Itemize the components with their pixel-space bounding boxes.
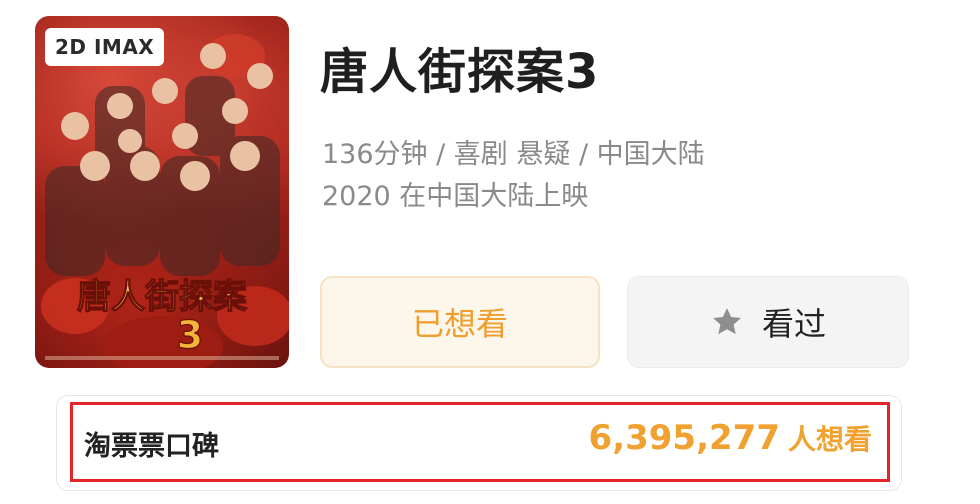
movie-detail-page: 唐人街探案 3 2D IMAX 唐人街探案3 136分钟 / 喜剧 悬疑 / 中… <box>0 0 980 504</box>
watched-button[interactable]: 看过 <box>627 276 909 368</box>
rating-source-label: 淘票票口碑 <box>84 431 219 462</box>
movie-title: 唐人街探案3 <box>320 44 600 100</box>
poster-title-text: 唐人街探案 <box>77 277 248 317</box>
watched-label: 看过 <box>761 305 826 343</box>
want-count-suffix: 人想看 <box>787 423 872 456</box>
movie-meta-duration-genre-region: 136分钟 / 喜剧 悬疑 / 中国大陆 <box>322 139 705 170</box>
movie-poster[interactable]: 唐人街探案 3 2D IMAX <box>35 16 289 368</box>
format-badge: 2D IMAX <box>45 28 165 66</box>
movie-meta-release: 2020 在中国大陆上映 <box>322 181 589 212</box>
want-to-watch-button[interactable]: 已想看 <box>320 276 600 368</box>
poster-artwork: 唐人街探案 3 <box>41 34 289 368</box>
want-to-watch-label: 已想看 <box>411 305 508 343</box>
poster-number-text: 3 <box>177 313 203 357</box>
want-count: 6,395,277 人想看 <box>589 418 872 458</box>
want-count-number: 6,395,277 <box>588 418 780 458</box>
star-icon <box>713 308 741 335</box>
